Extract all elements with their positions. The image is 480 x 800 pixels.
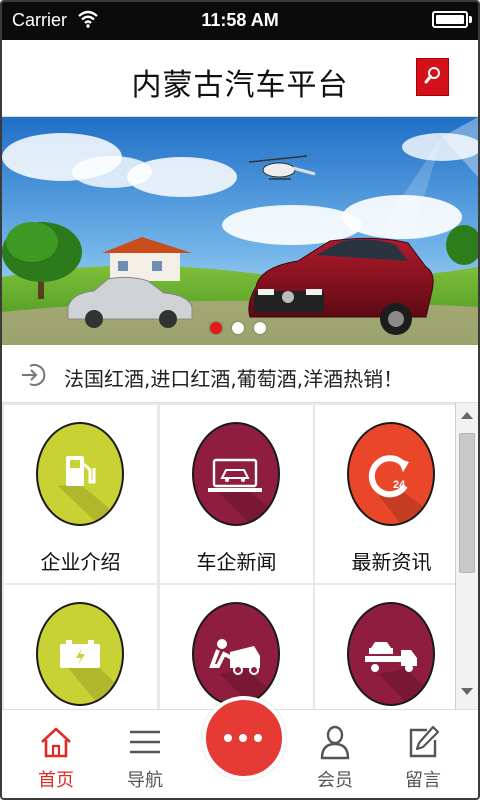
grid-item-icon-circle bbox=[192, 602, 280, 706]
app-header: 内蒙古汽车平台 bbox=[2, 40, 478, 117]
clock: 11:58 AM bbox=[201, 10, 279, 30]
24-hour-refresh-icon: 24 bbox=[368, 455, 433, 524]
search-button[interactable] bbox=[416, 58, 449, 96]
battery-fill bbox=[436, 15, 464, 24]
battery-tip bbox=[469, 16, 472, 23]
car-repair-icon bbox=[209, 639, 278, 704]
grid-item-label: 车企新闻 bbox=[196, 550, 277, 574]
grid-item-icon-circle bbox=[36, 602, 124, 706]
more-icon bbox=[224, 734, 262, 742]
banner-carousel[interactable] bbox=[2, 117, 478, 345]
grid-item-icon-circle bbox=[347, 602, 435, 706]
carousel-dot[interactable] bbox=[232, 322, 244, 334]
enter-arrow-icon bbox=[22, 364, 46, 386]
search-icon bbox=[424, 67, 440, 84]
notice-text: 法国红酒,进口红酒,葡萄酒,洋酒热销！ bbox=[64, 367, 404, 391]
tab-label: 留言 bbox=[405, 770, 441, 791]
carousel-dots bbox=[210, 322, 266, 334]
grid-item-towing[interactable] bbox=[315, 585, 468, 709]
carousel-dot[interactable] bbox=[254, 322, 266, 334]
tow-truck-icon bbox=[365, 642, 433, 704]
scrollbar-thumb[interactable] bbox=[459, 433, 475, 573]
grid-item-icon-circle: 24 bbox=[347, 422, 435, 526]
scrollbar[interactable] bbox=[455, 403, 478, 709]
grid-item-repair[interactable] bbox=[160, 585, 313, 709]
grid-item-icon-circle bbox=[36, 422, 124, 526]
battery-icon bbox=[432, 11, 468, 28]
svg-text:24: 24 bbox=[393, 479, 406, 491]
grid-item-label: 最新资讯 bbox=[351, 550, 432, 574]
scroll-up-arrow-icon[interactable] bbox=[461, 412, 473, 419]
page-title: 内蒙古汽车平台 bbox=[131, 68, 349, 103]
user-icon bbox=[320, 725, 350, 760]
laptop-car-icon bbox=[208, 458, 278, 524]
grid-item-label: 企业介绍 bbox=[40, 550, 121, 574]
notice-bar[interactable]: 法国红酒,进口红酒,葡萄酒,洋酒热销！ bbox=[2, 347, 478, 403]
grid-item-latest-info[interactable]: 24 最新资讯 bbox=[315, 405, 468, 583]
tab-home[interactable]: 首页 bbox=[16, 710, 96, 798]
more-button[interactable] bbox=[202, 696, 286, 780]
scroll-down-arrow-icon[interactable] bbox=[461, 688, 473, 695]
grid-item-battery[interactable] bbox=[4, 585, 157, 709]
app-frame: Carrier 11:58 AM 内蒙古汽车平台 法国红酒,进口红酒,葡萄酒,洋… bbox=[0, 0, 480, 800]
tab-member[interactable]: 会员 bbox=[295, 710, 375, 798]
feature-grid-area: 企业介绍 车企新闻 24 最新资讯 bbox=[2, 403, 478, 709]
car-battery-icon bbox=[60, 640, 122, 704]
tab-label: 会员 bbox=[317, 770, 353, 791]
grid-item-icon-circle bbox=[192, 422, 280, 526]
grid-item-company-intro[interactable]: 企业介绍 bbox=[4, 405, 157, 583]
home-icon bbox=[41, 727, 71, 758]
tab-label: 首页 bbox=[38, 770, 74, 791]
menu-icon bbox=[130, 730, 160, 754]
carousel-dot[interactable] bbox=[210, 322, 222, 334]
bottom-tab-bar: 首页 导航 会员 留言 bbox=[2, 696, 478, 798]
tab-message[interactable]: 留言 bbox=[383, 710, 463, 798]
status-bar: Carrier 11:58 AM bbox=[2, 2, 478, 40]
grid-item-auto-news[interactable]: 车企新闻 bbox=[160, 405, 313, 583]
banner-image bbox=[2, 117, 478, 345]
fuel-pump-icon bbox=[58, 456, 122, 524]
tab-navigation[interactable]: 导航 bbox=[105, 710, 185, 798]
edit-icon bbox=[409, 725, 440, 758]
tab-label: 导航 bbox=[127, 770, 163, 791]
